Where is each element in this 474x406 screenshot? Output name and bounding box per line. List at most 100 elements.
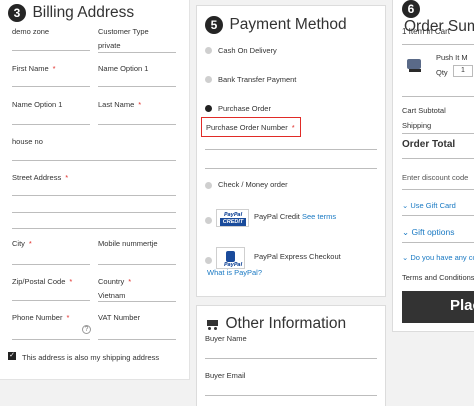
other-info-title: Other Information	[225, 315, 347, 332]
payment-title: Payment Method	[229, 16, 347, 33]
coupon-toggle[interactable]: ⌄ Do you have any co	[402, 253, 474, 262]
summary-divider-6	[402, 242, 474, 243]
discount-code-input[interactable]: Enter discount code	[402, 173, 468, 182]
chevron-down-icon: ⌄	[402, 253, 409, 262]
items-in-cart[interactable]: 1 Item in Cart	[402, 27, 450, 36]
paypal-credit-badge: PayPal CREDIT	[216, 209, 249, 227]
house-no-input[interactable]	[12, 160, 176, 161]
order-total-label: Order Total	[402, 139, 456, 150]
city-input[interactable]	[12, 264, 90, 265]
country-select[interactable]: Vietnam	[98, 291, 125, 300]
po-number-label: Purchase Order Number *	[206, 123, 295, 132]
terms-and-conditions[interactable]: Terms and Conditions	[402, 273, 474, 282]
demo-zone-input[interactable]	[12, 50, 90, 51]
city-label: City *	[12, 239, 32, 248]
qty-input[interactable]: 1	[453, 65, 473, 77]
shipping-label: Shipping	[402, 121, 432, 130]
country-label: Country *	[98, 277, 132, 286]
step-5-badge: 5	[205, 16, 223, 35]
name-option-1b-input[interactable]	[12, 124, 90, 125]
place-order-label: Plac	[450, 297, 474, 314]
buyer-email-input[interactable]	[205, 395, 377, 396]
cod-label[interactable]: Cash On Delivery	[218, 46, 277, 55]
other-information-panel: Other Information Buyer Name Buyer Email	[196, 305, 386, 406]
bank-transfer-label[interactable]: Bank Transfer Payment	[218, 75, 296, 84]
purchase-order-label[interactable]: Purchase Order	[218, 104, 271, 113]
same-address-checkbox[interactable]: ✓	[8, 352, 16, 360]
demo-zone-label: demo zone	[12, 27, 50, 36]
paypal-credit-label[interactable]: PayPal Credit See terms	[254, 212, 336, 221]
first-name-label: First Name *	[12, 64, 56, 73]
mobile-input[interactable]	[98, 264, 176, 265]
paypal-p-icon	[226, 251, 235, 262]
buyer-name-input[interactable]	[205, 358, 377, 359]
see-terms-link[interactable]: See terms	[302, 212, 336, 221]
chevron-down-icon: ⌄	[402, 227, 410, 237]
qty-label: Qty	[436, 68, 448, 77]
street-address-input-1[interactable]	[12, 195, 176, 196]
po-separator	[205, 168, 377, 169]
chevron-down-icon: ⌄	[402, 201, 409, 210]
what-is-paypal-link[interactable]: What is PayPal?	[207, 268, 262, 277]
credit-label: CREDIT	[220, 218, 246, 226]
billing-title-row: 3 Billing Address	[8, 4, 135, 23]
buyer-name-label: Buyer Name	[205, 334, 247, 343]
customer-type-select[interactable]: private	[98, 41, 121, 50]
step-3-badge: 3	[8, 4, 26, 23]
bank-transfer-radio[interactable]	[205, 76, 212, 83]
discount-underline	[402, 189, 474, 190]
billing-address-panel: 3 Billing Address demo zone Customer Typ…	[0, 0, 190, 380]
first-name-input[interactable]	[12, 86, 90, 87]
summary-divider-4	[402, 158, 474, 159]
vat-label: VAT Number	[98, 313, 141, 322]
paypal-express-radio[interactable]	[205, 257, 212, 264]
cart-subtotal-label: Cart Subtotal	[402, 106, 446, 115]
name-option-1-input[interactable]	[98, 86, 176, 87]
vat-input[interactable]	[98, 339, 176, 340]
phone-input[interactable]	[12, 339, 90, 340]
step-6-badge: 6	[402, 0, 420, 18]
check-money-label[interactable]: Check / Money order	[218, 180, 288, 189]
summary-divider-5	[402, 215, 474, 216]
billing-title: Billing Address	[32, 4, 135, 21]
paypal-express-label[interactable]: PayPal Express Checkout	[254, 252, 341, 261]
street-address-input-2[interactable]	[12, 212, 176, 213]
check-money-radio[interactable]	[205, 182, 212, 189]
last-name-input[interactable]	[98, 124, 176, 125]
last-name-label: Last Name *	[98, 100, 142, 109]
place-order-button[interactable]: Plac	[402, 291, 474, 323]
same-address-label: This address is also my shipping address	[22, 353, 160, 362]
help-icon[interactable]: ?	[82, 325, 91, 334]
po-number-highlight: Purchase Order Number *	[201, 117, 301, 137]
summary-divider-3	[402, 133, 474, 134]
order-summary-panel: 6 Order Sum 1 Item in Cart Push It M Qty…	[392, 0, 474, 332]
street-address-input-3[interactable]	[12, 228, 176, 229]
customer-type-underline	[98, 52, 176, 53]
country-underline	[98, 301, 176, 302]
other-info-title-row: Other Information	[205, 315, 346, 333]
payment-title-row: 5 Payment Method	[205, 16, 347, 35]
buyer-email-label: Buyer Email	[205, 371, 246, 380]
product-thumbnail	[405, 55, 425, 75]
name-option-1b-label: Name Option 1	[12, 100, 63, 109]
zip-label: Zip/Postal Code *	[12, 277, 73, 286]
name-option-1-label: Name Option 1	[98, 64, 149, 73]
product-name: Push It M	[436, 53, 468, 62]
paypal-credit-radio[interactable]	[205, 217, 212, 224]
purchase-order-radio[interactable]	[205, 105, 212, 112]
gift-card-toggle[interactable]: ⌄ Use Gift Card	[402, 201, 456, 210]
house-no-label: house no	[12, 137, 43, 146]
zip-input[interactable]	[12, 300, 90, 301]
mobile-label: Mobile nummertje	[98, 239, 158, 248]
phone-label: Phone Number *	[12, 313, 70, 322]
paypal-logo: PayPal	[216, 247, 245, 269]
street-address-label: Street Address *	[12, 173, 69, 182]
cod-radio[interactable]	[205, 47, 212, 54]
gift-options-toggle[interactable]: ⌄ Gift options	[402, 227, 455, 238]
payment-method-panel: 5 Payment Method Cash On Delivery Bank T…	[196, 5, 386, 297]
summary-divider-2	[402, 96, 474, 97]
summary-divider-1	[402, 44, 474, 45]
customer-type-label: Customer Type	[98, 27, 149, 36]
po-number-input[interactable]	[205, 149, 377, 150]
cart-icon	[205, 319, 219, 330]
